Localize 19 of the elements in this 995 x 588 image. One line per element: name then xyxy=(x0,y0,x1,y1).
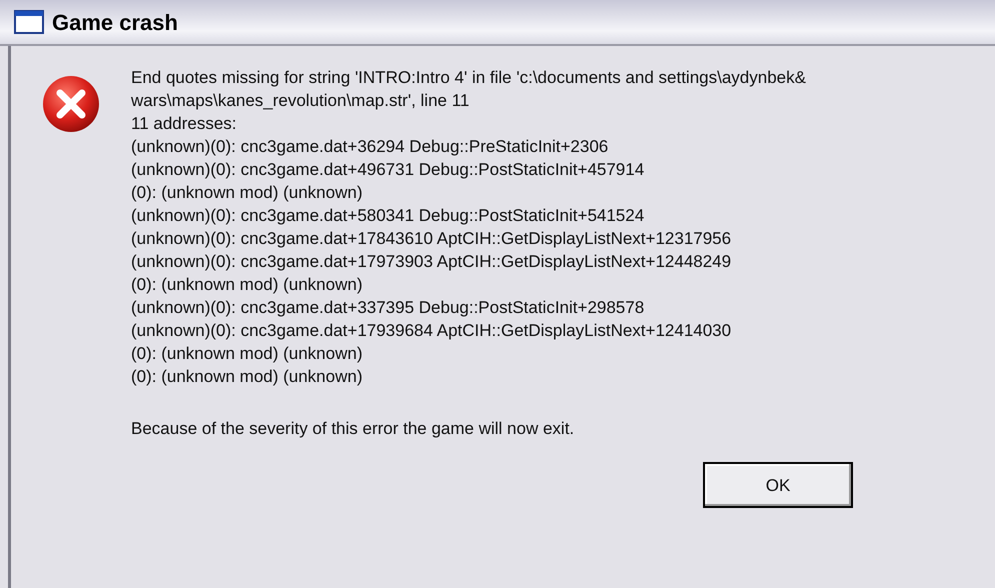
footer-message: Because of the severity of this error the game will now exit. xyxy=(131,418,576,440)
window-icon xyxy=(14,10,44,34)
message-line: End quotes missing for string 'INTRO:Intro 4' in file 'c:\documents and settings\aydynbek& xyxy=(131,67,807,89)
message-line: (0): (unknown mod) (unknown) xyxy=(131,182,364,204)
message-line: (0): (unknown mod) (unknown) xyxy=(131,274,364,296)
message-line: wars\maps\kanes_revolution\map.str', line 11 xyxy=(131,90,470,112)
ok-button[interactable]: OK xyxy=(703,462,853,508)
message-line: (unknown)(0): cnc3game.dat+17843610 AptCIH::GetDisplayListNext+12317956 xyxy=(131,228,732,250)
message-line: (unknown)(0): cnc3game.dat+337395 Debug::PostStaticInit+298578 xyxy=(131,297,646,319)
message-line: 11 addresses: xyxy=(131,113,238,135)
message-line: (unknown)(0): cnc3game.dat+36294 Debug::PreStaticInit+2306 xyxy=(131,136,610,158)
message-line: (unknown)(0): cnc3game.dat+17973903 AptCIH::GetDisplayListNext+12448249 xyxy=(131,251,732,273)
message-line: (0): (unknown mod) (unknown) xyxy=(131,343,364,365)
message-line: (0): (unknown mod) (unknown) xyxy=(131,366,364,388)
message-line: (unknown)(0): cnc3game.dat+496731 Debug::PostStaticInit+457914 xyxy=(131,159,646,181)
message-line: (unknown)(0): cnc3game.dat+17939684 AptCIH::GetDisplayListNext+12414030 xyxy=(131,320,732,342)
window-title: Game crash xyxy=(52,8,178,36)
error-icon xyxy=(41,74,101,134)
message-line: (unknown)(0): cnc3game.dat+580341 Debug::PostStaticInit+541524 xyxy=(131,205,646,227)
